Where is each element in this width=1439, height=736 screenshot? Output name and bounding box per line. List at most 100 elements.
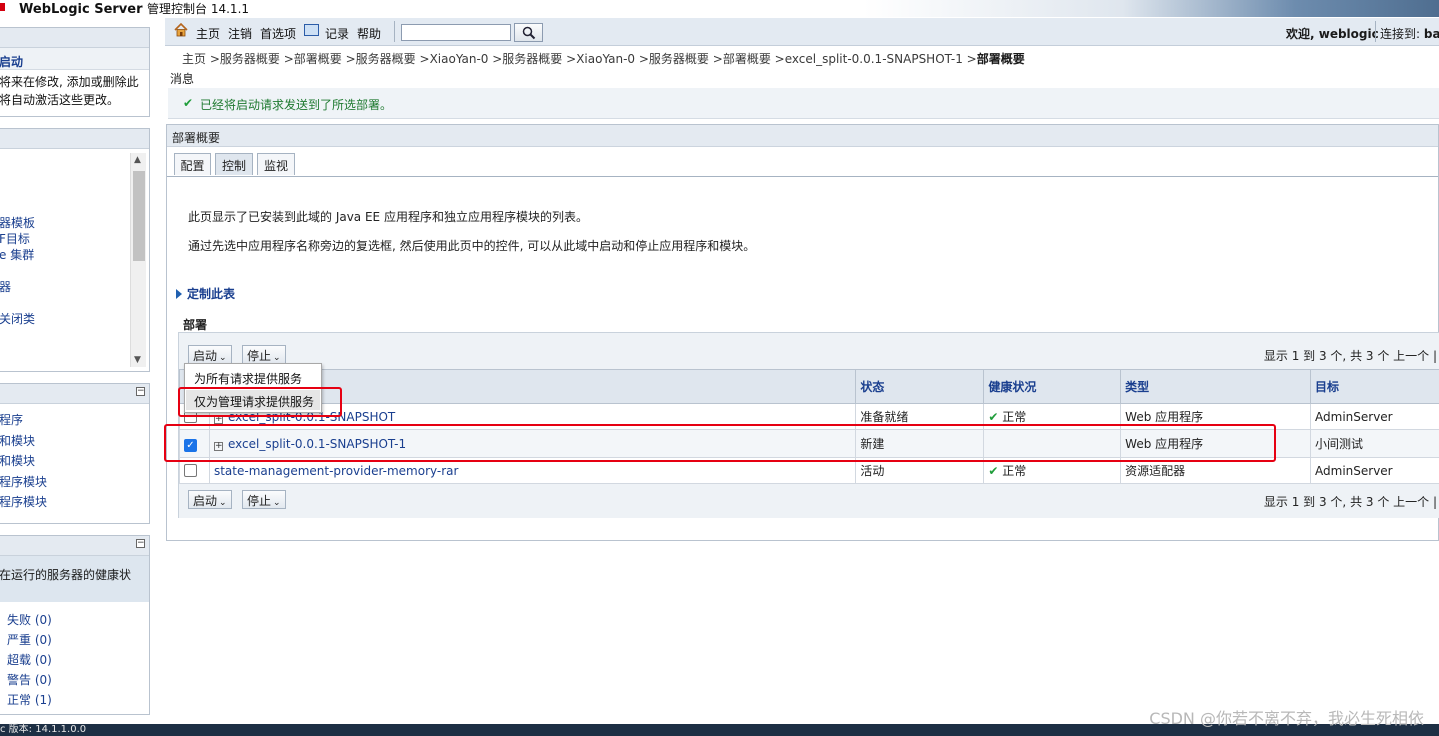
domain-tree: 器模板 F目标 e 集群 器 关闭类	[0, 215, 35, 327]
col-targets[interactable]: 目标	[1310, 369, 1439, 404]
pager-bottom[interactable]: 显示 1 到 3 个, 共 3 个 上一个 |	[1264, 493, 1437, 510]
tree-item-migratable-targets[interactable]: F目标	[0, 231, 35, 247]
page-title: 部署概要	[167, 125, 1438, 147]
health-overloaded[interactable]: 超载 (0)	[7, 650, 52, 670]
ok-check-icon: ✔	[988, 464, 999, 478]
scroll-thumb[interactable]	[133, 171, 145, 261]
record-link[interactable]: 记录	[325, 25, 349, 42]
global-toolbar: 主页 注销 首选项 记录 帮助 欢迎, weblogic 连接到: ba	[165, 18, 1439, 46]
chevron-down-icon: ⌄	[219, 498, 227, 508]
chevron-down-icon: ⌄	[219, 353, 227, 363]
health-list: 失败 (0) 严重 (0) 超载 (0) 警告 (0) 正常 (1)	[7, 610, 52, 710]
toolbar-divider	[394, 21, 395, 42]
chevron-down-icon: ⌄	[273, 498, 281, 508]
scroll-down-icon[interactable]: ▼	[134, 355, 141, 365]
domain-tree-scrollbar[interactable]: ▲ ▼	[130, 153, 146, 367]
breadcrumb-link[interactable]: >部署概要	[713, 52, 771, 66]
start-button-label: 启动	[193, 494, 218, 508]
app-subtitle: 管理控制台 14.1.1	[147, 2, 250, 16]
breadcrumb-link[interactable]: >excel_split-0.0.1-SNAPSHOT-1	[775, 52, 963, 66]
how-do-i-item[interactable]: 程序	[0, 410, 149, 431]
search-button[interactable]	[514, 23, 543, 42]
health-warning[interactable]: 警告 (0)	[7, 670, 52, 690]
breadcrumb-current: 部署概要	[976, 52, 1025, 66]
how-do-i-item[interactable]: 和模块	[0, 431, 149, 452]
menu-item-all-requests[interactable]: 为所有请求提供服务	[194, 370, 302, 387]
system-status-header: −	[0, 536, 149, 556]
description-line1: 此页显示了已安装到此域的 Java EE 应用程序和独立应用程序模块的列表。	[188, 210, 588, 224]
how-do-i-item[interactable]: 程序模块	[0, 492, 149, 513]
home-link[interactable]: 主页	[196, 25, 220, 42]
breadcrumb-link[interactable]: >服务器概要	[210, 52, 280, 66]
tree-item-startup-shutdown[interactable]: 关闭类	[0, 311, 35, 327]
breadcrumb-link[interactable]: >服务器概要	[346, 52, 416, 66]
stop-dropdown-button[interactable]: 停止 ⌄	[242, 345, 286, 364]
col-type[interactable]: 类型	[1120, 369, 1312, 404]
record-icon[interactable]	[304, 24, 319, 36]
tree-item-coherence-clusters[interactable]: e 集群	[0, 247, 35, 263]
expand-triangle-icon	[176, 289, 182, 299]
breadcrumb-link[interactable]: >部署概要	[284, 52, 342, 66]
start-dropdown-button-bottom[interactable]: 启动 ⌄	[188, 490, 232, 509]
customize-table-label: 定制此表	[187, 287, 236, 301]
breadcrumb-link[interactable]: >服务器概要	[639, 52, 709, 66]
welcome-text: 欢迎, weblogic	[1286, 27, 1379, 41]
tab-control[interactable]: 控制	[215, 153, 253, 175]
logout-link[interactable]: 注销	[228, 25, 252, 42]
activate-start-button[interactable]: 启动	[0, 48, 149, 70]
how-do-i-item[interactable]: 程序模块	[0, 472, 149, 493]
col-health[interactable]: 健康状况	[983, 369, 1122, 404]
watermark: CSDN @你若不离不弃，我必生死相依	[1149, 709, 1424, 728]
row-checkbox[interactable]	[184, 463, 197, 477]
breadcrumb-separator: >	[966, 52, 977, 66]
tab-monitoring[interactable]: 监视	[257, 153, 295, 175]
connected-label: 连接到:	[1380, 27, 1421, 41]
description-line2: 通过先选中应用程序名称旁边的复选框, 然后使用此页中的控件, 可以从此域中启动和…	[188, 239, 756, 253]
change-center-header	[0, 28, 149, 48]
how-do-i-header: −	[0, 384, 149, 404]
stop-button-label: 停止	[247, 494, 272, 508]
pager-top[interactable]: 显示 1 到 3 个, 共 3 个 上一个 |	[1264, 347, 1437, 364]
tab-configuration[interactable]: 配置	[174, 153, 211, 175]
domain-structure-header	[0, 129, 149, 149]
breadcrumb-link[interactable]: >XiaoYan-0	[420, 52, 489, 66]
tab-underline	[167, 176, 1438, 177]
search-input[interactable]	[401, 24, 511, 41]
collapse-icon[interactable]: −	[136, 539, 145, 548]
deployment-link[interactable]: state-management-provider-memory-rar	[214, 464, 458, 478]
health-failed[interactable]: 失败 (0)	[7, 610, 52, 630]
health-critical[interactable]: 严重 (0)	[7, 630, 52, 650]
scroll-up-icon[interactable]: ▲	[134, 155, 141, 165]
help-link[interactable]: 帮助	[357, 25, 381, 42]
tree-item-machines[interactable]: 器	[0, 279, 35, 295]
tree-item-blank-1	[0, 263, 35, 279]
stop-dropdown-button-bottom[interactable]: 停止 ⌄	[242, 490, 286, 509]
col-state[interactable]: 状态	[855, 369, 985, 404]
health-bar-line	[0, 610, 2, 710]
chevron-down-icon: ⌄	[273, 353, 281, 363]
domain-structure-panel: 器模板 F目标 e 集群 器 关闭类 ▲ ▼	[0, 128, 150, 372]
row-targets: AdminServer	[1310, 403, 1439, 430]
annotation-box-menu	[178, 387, 342, 417]
success-message: 已经将启动请求发送到了所选部署。	[200, 98, 393, 112]
customize-table-link[interactable]: 定制此表	[176, 285, 235, 302]
home-icon[interactable]	[174, 23, 188, 37]
preferences-link[interactable]: 首选项	[260, 25, 296, 42]
stop-button-label: 停止	[247, 349, 272, 363]
tree-item-server-templates[interactable]: 器模板	[0, 215, 35, 231]
start-dropdown-button[interactable]: 启动 ⌄	[188, 345, 232, 364]
breadcrumb-link[interactable]: >服务器概要	[492, 52, 562, 66]
top-banner: WebLogic Server 管理控制台 14.1.1	[0, 0, 1439, 17]
change-center-panel: 启动 将来在修改, 添加或删除此 将自动激活这些更改。	[0, 27, 150, 117]
deployments-summary-panel: 部署概要 配置 控制 监视 此页显示了已安装到此域的 Java EE 应用程序和…	[166, 124, 1439, 541]
connected-domain: ba	[1423, 27, 1439, 41]
collapse-icon[interactable]: −	[136, 387, 145, 396]
system-status-desc: 在运行的服务器的健康状	[0, 556, 149, 602]
deployments-section-title: 部署	[183, 318, 208, 332]
how-do-i-item[interactable]: 和模块	[0, 451, 149, 472]
breadcrumb-link[interactable]: 主页	[182, 52, 206, 66]
health-ok[interactable]: 正常 (1)	[7, 690, 52, 710]
breadcrumb-link[interactable]: >XiaoYan-0	[566, 52, 635, 66]
breadcrumb: 主页 >服务器概要 >部署概要 >服务器概要 >XiaoYan-0 >服务器概要…	[182, 50, 1025, 67]
search-icon	[522, 26, 536, 40]
